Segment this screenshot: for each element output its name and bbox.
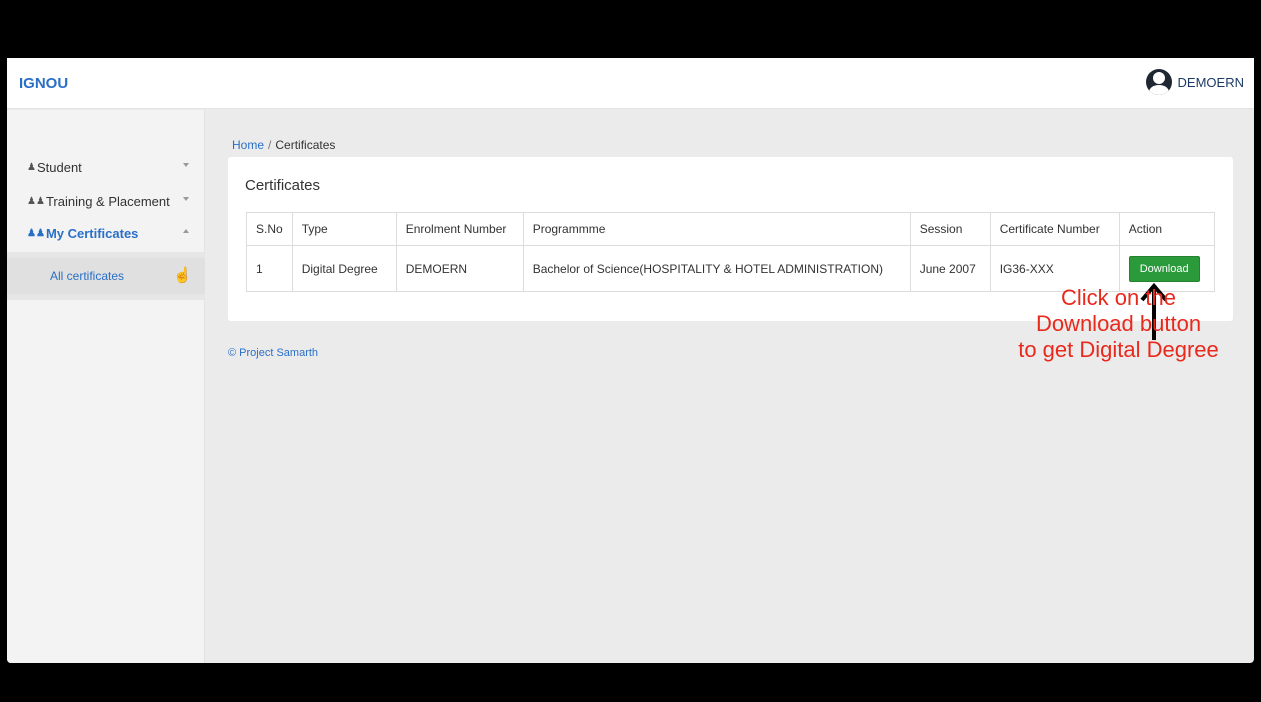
sidebar-item-student[interactable]: ♟ Student	[7, 154, 205, 180]
breadcrumb-separator: /	[268, 138, 272, 152]
avatar-icon	[1145, 69, 1172, 95]
chevron-down-icon	[183, 163, 189, 167]
breadcrumb-current: Certificates	[275, 138, 336, 152]
chevron-up-icon	[183, 229, 189, 233]
table-header-row: S.No Type Enrolment Number Programmme Se…	[246, 212, 1216, 246]
column-header-action: Action	[1118, 212, 1216, 246]
chevron-down-icon	[183, 197, 189, 201]
sidebar-item-label: My Certificates	[45, 225, 139, 241]
cell-type: Digital Degree	[291, 245, 397, 292]
sidebar-item-my-certificates[interactable]: ♟♟ My Certificates	[7, 220, 205, 246]
user-icon: ♟	[27, 161, 36, 173]
letterbox-top	[0, 0, 1261, 58]
breadcrumb-home-link[interactable]: Home	[232, 138, 264, 152]
sidebar-item-all-certificates[interactable]: All certificates ☝	[7, 258, 205, 294]
annotation-line: Download button	[1035, 311, 1202, 336]
cell-sno: 1	[246, 245, 293, 292]
annotation-line: to get Digital Degree	[1018, 337, 1219, 362]
footer-text[interactable]: © Project Samarth	[228, 347, 318, 359]
column-header-type: Type	[291, 212, 397, 246]
download-button[interactable]: Download	[1128, 255, 1200, 282]
brand-logo[interactable]: IGNOU	[19, 75, 68, 92]
sidebar-item-label: Training & Placement	[45, 193, 170, 209]
column-header-certificate: Certificate Number	[989, 212, 1120, 246]
breadcrumb: Home / Certificates	[232, 138, 335, 152]
instruction-annotation: Click on the Download button to get Digi…	[990, 285, 1247, 363]
certificates-table: S.No Type Enrolment Number Programmme Se…	[246, 212, 1216, 292]
user-menu[interactable]: DEMOERN	[1145, 69, 1244, 95]
sidebar-submenu: All certificates ☝	[7, 252, 205, 300]
column-header-session: Session	[909, 212, 991, 246]
letterbox-bottom	[0, 663, 1261, 702]
column-header-enrolment: Enrolment Number	[395, 212, 524, 246]
sidebar: ♟ Student ♟♟ Training & Placement ♟♟ My …	[7, 110, 205, 663]
card-title: Certificates	[245, 177, 321, 194]
hand-pointer-icon: ☝	[173, 267, 192, 284]
cell-enrolment: DEMOERN	[395, 245, 524, 292]
top-navbar: IGNOU DEMOERN	[7, 58, 1254, 109]
column-header-programme: Programmme	[522, 212, 911, 246]
annotation-line: Click on the	[1061, 285, 1176, 310]
cell-session: June 2007	[909, 245, 991, 292]
users-icon: ♟♟	[27, 227, 45, 239]
sidebar-item-label: Student	[36, 159, 82, 175]
cell-programme: Bachelor of Science(HOSPITALITY & HOTEL …	[522, 245, 911, 292]
sidebar-item-training-placement[interactable]: ♟♟ Training & Placement	[7, 188, 205, 214]
column-header-sno: S.No	[246, 212, 293, 246]
users-icon: ♟♟	[27, 195, 45, 207]
user-name: DEMOERN	[1177, 74, 1244, 90]
sidebar-subitem-label: All certificates	[50, 269, 125, 283]
